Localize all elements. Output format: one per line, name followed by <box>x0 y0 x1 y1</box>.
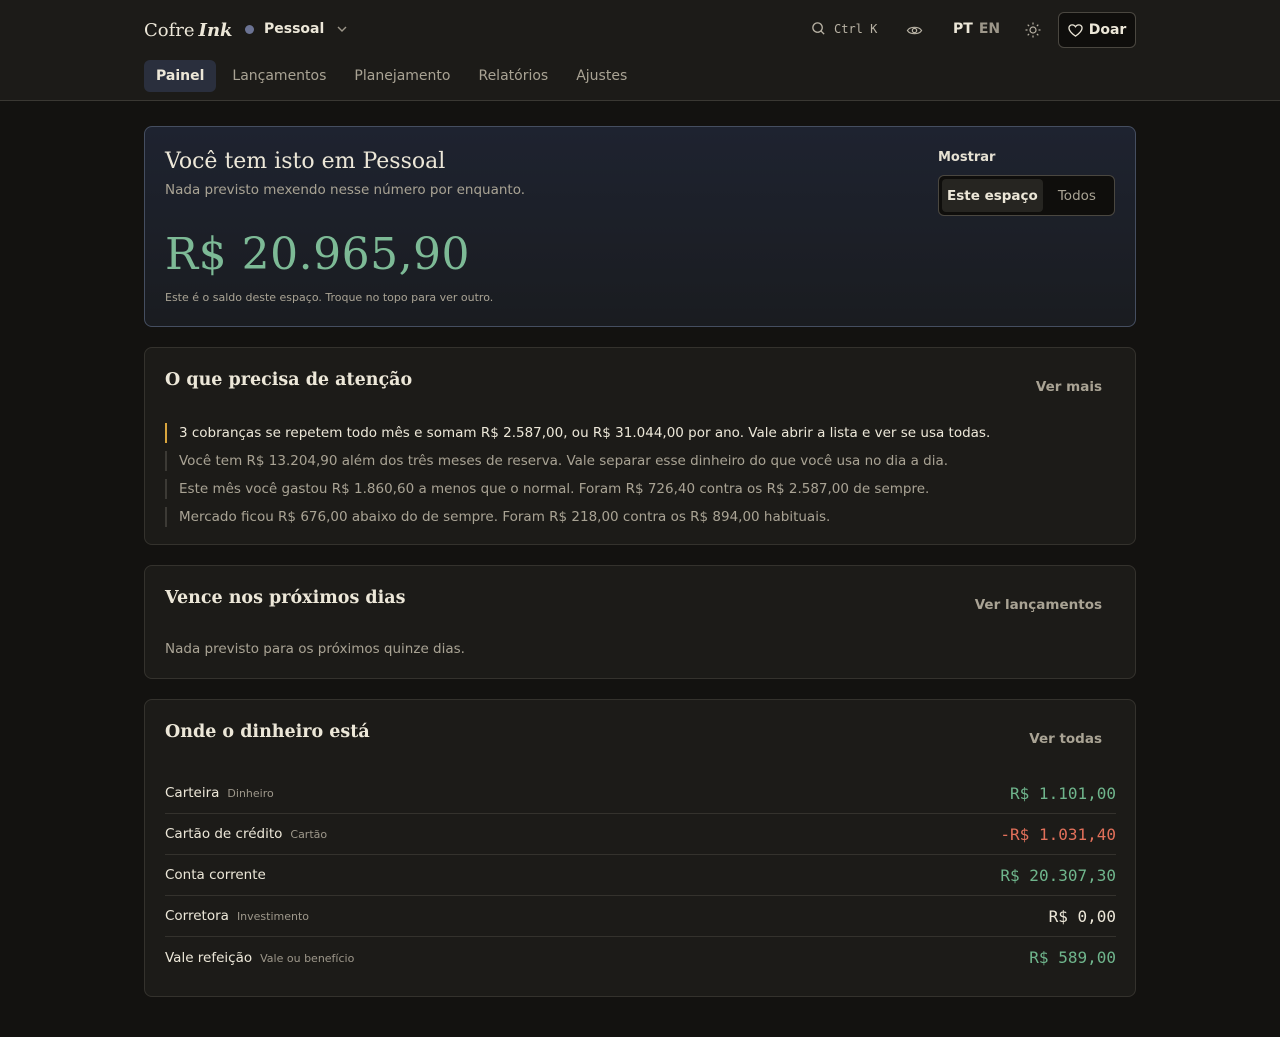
alert-item: Mercado ficou R$ 676,00 abaixo do de sem… <box>165 503 990 531</box>
attention-title: O que precisa de atenção <box>165 370 413 390</box>
account-type: Investimento <box>236 910 310 923</box>
account-name: Conta corrente <box>165 867 266 883</box>
search-button[interactable]: Ctrl K <box>811 21 877 36</box>
alert-item: 3 cobranças se repetem todo mês e somam … <box>165 419 990 447</box>
lang-en[interactable]: EN <box>979 21 1000 37</box>
account-type: Dinheiro <box>227 787 274 800</box>
accounts-card: Onde o dinheiro está Ver todas Carteira D… <box>144 699 1136 997</box>
accounts-title: Onde o dinheiro está <box>165 722 370 742</box>
donate-button[interactable]: Doar <box>1058 12 1136 48</box>
account-balance: R$ 20.307,30 <box>1000 865 1116 885</box>
tab-ajustes[interactable]: Ajustes <box>562 60 641 92</box>
balance-card: Você tem isto em Pessoal Nada previsto m… <box>144 126 1136 327</box>
main-tabs: Painel Lançamentos Planejamento Relatóri… <box>144 60 641 92</box>
show-label: Mostrar <box>938 150 996 165</box>
toggle-all[interactable]: Todos <box>1043 179 1111 212</box>
space-name: Pessoal <box>264 21 325 37</box>
heart-icon <box>1067 23 1083 37</box>
upcoming-title: Vence nos próximos dias <box>165 588 406 608</box>
balance-amount: R$ 20.965,90 <box>165 229 471 280</box>
sun-icon[interactable] <box>1025 22 1041 38</box>
account-balance: R$ 0,00 <box>1048 906 1116 926</box>
account-balance: R$ 589,00 <box>1029 948 1116 967</box>
account-row[interactable]: Cartão de crédito Cartão -R$ 1.031,40 <box>165 814 1116 855</box>
alert-list: 3 cobranças se repetem todo mês e somam … <box>165 419 990 531</box>
tab-painel[interactable]: Painel <box>144 60 217 92</box>
balance-note: Este é o saldo deste espaço. Troque no t… <box>165 291 494 304</box>
account-row[interactable]: Corretora Investimento R$ 0,00 <box>165 896 1116 937</box>
eye-icon[interactable] <box>906 22 923 39</box>
space-color-dot <box>245 24 254 34</box>
upcoming-card: Vence nos próximos dias Ver lançamentos … <box>144 565 1136 679</box>
see-more-link[interactable]: Ver mais <box>1036 379 1102 395</box>
app-logo[interactable]: Cofre Ink <box>144 20 233 41</box>
account-balance: R$ 1.101,00 <box>1010 783 1116 803</box>
attention-card: O que precisa de atenção Ver mais 3 cobr… <box>144 347 1136 545</box>
language-switch: PT EN <box>953 21 1000 37</box>
account-row[interactable]: Carteira Dinheiro R$ 1.101,00 <box>165 773 1116 814</box>
balance-subtitle: Nada previsto mexendo nesse número por e… <box>165 182 526 198</box>
account-row[interactable]: Conta corrente R$ 20.307,30 <box>165 855 1116 896</box>
account-name: Corretora <box>165 908 229 924</box>
account-name: Cartão de crédito <box>165 826 283 842</box>
search-shortcut: Ctrl K <box>834 21 878 36</box>
logo-main: Cofre <box>144 20 195 41</box>
tab-lancamentos[interactable]: Lançamentos <box>218 60 340 92</box>
account-name: Carteira <box>165 785 220 801</box>
account-balance: -R$ 1.031,40 <box>1000 824 1116 844</box>
toggle-this-space[interactable]: Este espaço <box>942 179 1043 212</box>
tab-planejamento[interactable]: Planejamento <box>340 60 464 92</box>
account-type: Cartão <box>290 828 328 841</box>
see-transactions-link[interactable]: Ver lançamentos <box>975 597 1102 613</box>
account-type: Vale ou benefício <box>260 951 355 965</box>
see-all-link[interactable]: Ver todas <box>1029 731 1102 747</box>
upcoming-empty-text: Nada previsto para os próximos quinze di… <box>165 641 465 657</box>
tab-relatorios[interactable]: Relatórios <box>464 60 562 92</box>
account-row[interactable]: Vale refeição Vale ou benefício R$ 589,00 <box>165 937 1116 978</box>
search-icon <box>812 22 825 35</box>
donate-label: Doar <box>1088 22 1127 38</box>
account-list: Carteira Dinheiro R$ 1.101,00 Cartão de c… <box>165 773 1116 978</box>
logo-accent: Ink <box>198 20 233 41</box>
account-name: Vale refeição <box>165 949 253 966</box>
chevron-down-icon <box>337 26 347 32</box>
lang-pt[interactable]: PT <box>953 21 973 37</box>
alert-item: Você tem R$ 13.204,90 além dos três mese… <box>165 447 990 475</box>
top-bar: Cofre Ink Pessoal Ctrl K PT EN Doar Paine… <box>0 0 1280 101</box>
balance-title: Você tem isto em Pessoal <box>165 149 446 174</box>
scope-toggle: Este espaço Todos <box>938 175 1115 216</box>
alert-item: Este mês você gastou R$ 1.860,60 a menos… <box>165 475 990 503</box>
space-selector[interactable]: Pessoal <box>245 21 348 37</box>
